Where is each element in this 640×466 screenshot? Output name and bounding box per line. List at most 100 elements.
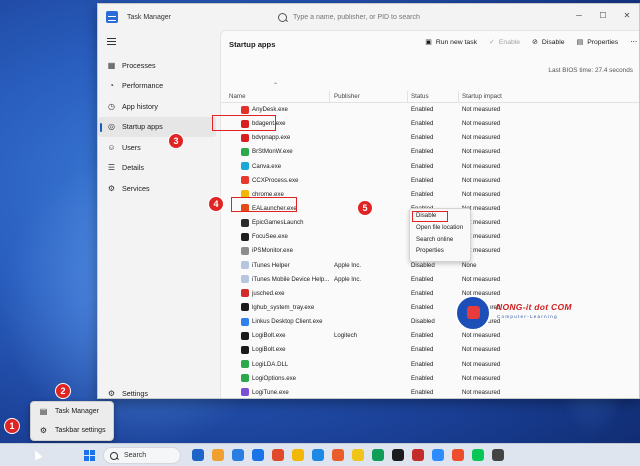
sidebar-item-settings[interactable]: ⚙ Settings: [98, 383, 216, 398]
taskbar: Search: [0, 443, 640, 466]
sort-up-icon[interactable]: ⌃: [273, 82, 278, 89]
table-row[interactable]: CCXProcess.exe Enabled Not measured: [221, 174, 639, 188]
startup-icon: ◎: [108, 122, 115, 132]
column-status[interactable]: Status: [411, 93, 429, 100]
maximize-button[interactable]: ☐: [591, 4, 615, 26]
sidebar-item-details[interactable]: ☰ Details: [98, 158, 216, 179]
disable-label: Disable: [541, 38, 565, 46]
taskbar-app-icon[interactable]: [292, 449, 304, 461]
enable-button[interactable]: ✓ Enable: [489, 38, 520, 47]
popup-taskbar-settings[interactable]: ⚙ Taskbar settings: [31, 421, 113, 440]
context-menu-disable[interactable]: Disable: [412, 211, 448, 222]
disable-button[interactable]: ⊘ Disable: [532, 38, 565, 47]
table-row[interactable]: LogiTune.exe Enabled Not measured: [221, 386, 639, 398]
table-row[interactable]: BrStMonW.exe Enabled Not measured: [221, 145, 639, 159]
row-status: Enabled: [411, 388, 434, 396]
column-name[interactable]: Name: [229, 93, 246, 100]
processes-icon: ▦: [107, 60, 116, 70]
table-row[interactable]: LogiOptions.exe Enabled Not measured: [221, 372, 639, 386]
sidebar-item-label: Settings: [122, 388, 148, 398]
popup-task-manager[interactable]: ▤ Task Manager: [31, 402, 113, 421]
taskbar-app-icon[interactable]: [352, 449, 364, 461]
sidebar-item-processes[interactable]: ▦ Processes: [98, 55, 216, 76]
app-icon: [241, 232, 249, 241]
row-name: AnyDesk.exe: [252, 106, 288, 113]
row-startup-impact: Not measured: [462, 346, 501, 354]
taskbar-app-icon[interactable]: [272, 449, 284, 461]
more-options-button[interactable]: ⋯: [630, 38, 637, 46]
context-menu-open-file-location[interactable]: Open file location: [410, 222, 470, 234]
row-status: Enabled: [411, 134, 434, 142]
close-button[interactable]: ✕: [615, 4, 639, 26]
taskbar-app-icon[interactable]: [392, 449, 404, 461]
properties-button[interactable]: ▤ Properties: [577, 38, 619, 47]
taskbar-app-icon[interactable]: [252, 449, 264, 461]
app-icon: [241, 147, 249, 156]
sidebar-item-services[interactable]: ⚙ Services: [98, 178, 216, 199]
taskbar-app-icon[interactable]: [212, 449, 224, 461]
row-name: lghub_system_tray.exe: [252, 303, 315, 311]
table-row[interactable]: iTunes Mobile Device Help... Apple Inc. En…: [221, 273, 639, 287]
table-row[interactable]: bdvpnapp.exe Enabled Not measured: [221, 131, 639, 145]
row-startup-impact: Not measured: [462, 332, 501, 340]
row-status: Enabled: [411, 176, 434, 184]
taskbar-app-icon[interactable]: [192, 449, 204, 461]
services-icon: ⚙: [107, 183, 116, 193]
taskbar-app-icon[interactable]: [412, 449, 424, 461]
run-new-task-button[interactable]: ▣ Run new task: [425, 38, 477, 47]
table-row[interactable]: LogiLDA.DLL Enabled Not measured: [221, 358, 639, 372]
app-icon: [241, 246, 249, 255]
context-menu-properties[interactable]: Properties: [410, 245, 470, 257]
sidebar-item-app-history[interactable]: ◷ App history: [98, 96, 216, 117]
taskbar-app-icon[interactable]: [232, 449, 244, 461]
table-row[interactable]: jusched.exe Enabled Not measured: [221, 287, 639, 301]
sidebar-item-startup-apps[interactable]: ◎ Startup apps: [98, 116, 216, 137]
gear-icon: ⚙: [39, 426, 48, 435]
row-status: Disabled: [411, 318, 435, 326]
column-divider: [329, 91, 330, 103]
row-status: Enabled: [411, 162, 434, 170]
taskbar-app-icon[interactable]: [452, 449, 464, 461]
taskbar-app-icon[interactable]: [472, 449, 484, 461]
table-header: ⌃ Name Publisher Status Startup impact: [221, 81, 639, 103]
taskbar-app-icon[interactable]: [312, 449, 324, 461]
context-menu-search-online[interactable]: Search online: [410, 234, 470, 246]
taskbar-app-icon[interactable]: [372, 449, 384, 461]
sidebar-item-users[interactable]: ☺ Users: [98, 137, 216, 158]
column-startup-impact[interactable]: Startup impact: [462, 93, 502, 100]
check-icon: ✓: [489, 39, 495, 46]
window-controls: ─ ☐ ✕: [567, 4, 639, 26]
row-name: EpicGamesLaunch: [252, 219, 304, 227]
column-publisher[interactable]: Publisher: [334, 93, 360, 100]
table-row[interactable]: Linkus Desktop Client.exeDisabledNot mea…: [221, 315, 639, 329]
search-input[interactable]: [293, 13, 443, 21]
properties-label: Properties: [587, 38, 619, 46]
settings-gear-icon: ⚙: [107, 388, 116, 398]
table-row[interactable]: LogiBolt.exe Logitech Enabled Not measured: [221, 329, 639, 343]
row-status: Enabled: [411, 289, 434, 297]
taskbar-context-menu: ▤ Task Manager ⚙ Taskbar settings: [30, 401, 114, 441]
row-startup-impact: Not measured: [462, 374, 501, 382]
column-divider: [458, 91, 459, 103]
start-button-windows-icon[interactable]: [84, 450, 95, 461]
taskbar-app-icon[interactable]: [332, 449, 344, 461]
table-row[interactable]: Canva.exe Enabled Not measured: [221, 160, 639, 174]
sidebar: ▦ Processes ◔ Performance ◷ App history ◎ Start…: [98, 30, 220, 398]
hamburger-menu-icon[interactable]: [107, 38, 116, 45]
app-icon: [241, 275, 249, 284]
minimize-button[interactable]: ─: [567, 4, 591, 26]
search-box[interactable]: [278, 10, 453, 24]
table-row[interactable]: AnyDesk.exe Enabled Not measured: [221, 103, 639, 117]
taskbar-search[interactable]: Search: [103, 447, 181, 464]
row-startup-impact: Not measured: [462, 134, 501, 142]
table-row[interactable]: bdagent.exe Enabled Not measured: [221, 117, 639, 131]
taskbar-app-icon[interactable]: [432, 449, 444, 461]
taskbar-app-icon[interactable]: [492, 449, 504, 461]
row-status: Disabled: [411, 261, 435, 269]
app-icon: [241, 360, 249, 369]
table-row[interactable]: lghub_system_tray.exeEnabledNot measured: [221, 301, 639, 315]
row-startup-impact: Not measured: [462, 148, 501, 156]
sidebar-item-performance[interactable]: ◔ Performance: [98, 76, 216, 97]
app-icon: [241, 388, 249, 397]
table-row[interactable]: LogiBolt.exe Enabled Not measured: [221, 343, 639, 357]
